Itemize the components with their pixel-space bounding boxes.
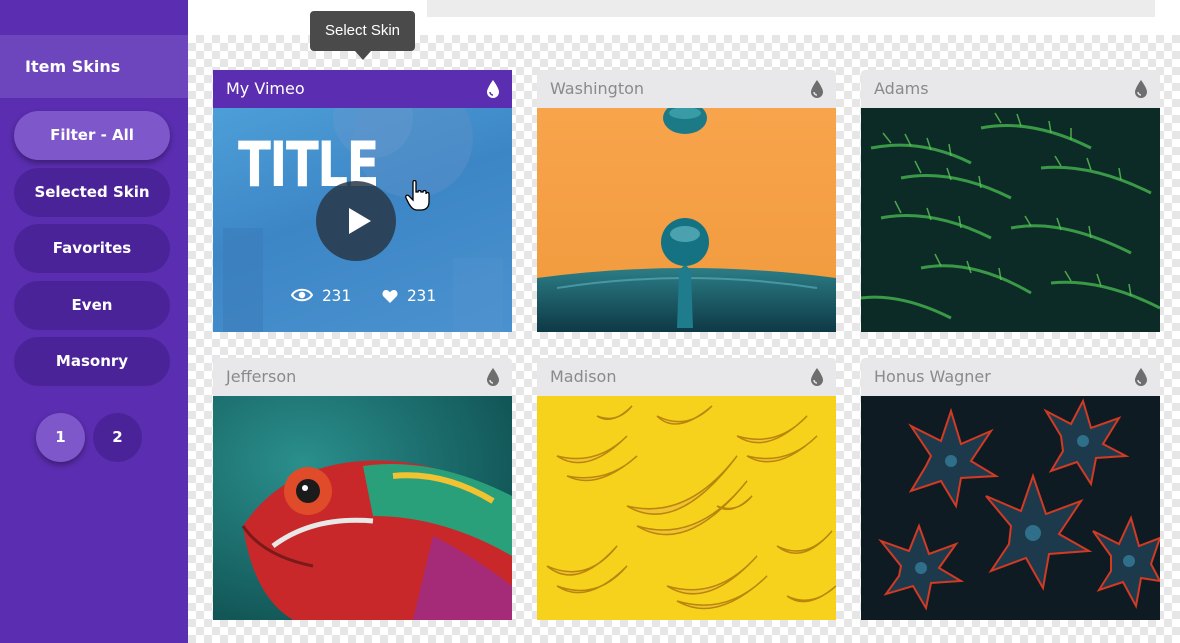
drop-icon[interactable] bbox=[1134, 368, 1148, 386]
card-title: Honus Wagner bbox=[874, 367, 991, 386]
card-image-chameleon[interactable] bbox=[213, 396, 512, 620]
page-1-button[interactable]: 1 bbox=[36, 413, 85, 462]
card-header: Madison bbox=[537, 358, 836, 396]
heart-icon bbox=[382, 290, 398, 303]
top-scrollbar[interactable] bbox=[427, 0, 1155, 17]
card-header: Jefferson bbox=[213, 358, 512, 396]
succulents-image bbox=[861, 396, 1160, 620]
card-my-vimeo[interactable]: My Vimeo TITLE 231 231 bbox=[213, 70, 512, 332]
card-title: Madison bbox=[550, 367, 617, 386]
card-header: My Vimeo bbox=[213, 70, 512, 108]
video-thumbnail[interactable]: TITLE 231 231 bbox=[213, 108, 512, 332]
filter-all-button[interactable]: Filter - All bbox=[14, 111, 170, 160]
card-header: Washington bbox=[537, 70, 836, 108]
sidebar-title: Item Skins bbox=[0, 35, 188, 98]
card-title: Jefferson bbox=[226, 367, 297, 386]
page-2-button[interactable]: 2 bbox=[93, 413, 142, 462]
card-madison[interactable]: Madison bbox=[537, 358, 836, 620]
filter-even-button[interactable]: Even bbox=[14, 281, 170, 330]
drop-icon[interactable] bbox=[810, 80, 824, 98]
card-image-water-drop[interactable] bbox=[537, 108, 836, 332]
filter-selected-skin-button[interactable]: Selected Skin bbox=[14, 168, 170, 217]
play-button[interactable] bbox=[316, 181, 396, 261]
filter-favorites-button[interactable]: Favorites bbox=[14, 224, 170, 273]
view-count: 231 bbox=[322, 286, 351, 305]
card-image-succulents[interactable] bbox=[861, 396, 1160, 620]
card-image-foliage[interactable] bbox=[861, 108, 1160, 332]
card-title: Adams bbox=[874, 79, 929, 98]
tooltip-arrow bbox=[355, 51, 371, 60]
card-image-bananas[interactable] bbox=[537, 396, 836, 620]
card-washington[interactable]: Washington bbox=[537, 70, 836, 332]
sidebar: Item Skins Filter - All Selected Skin Fa… bbox=[0, 0, 188, 643]
drop-icon[interactable] bbox=[486, 80, 500, 98]
card-header: Honus Wagner bbox=[861, 358, 1160, 396]
select-skin-tooltip: Select Skin bbox=[310, 11, 415, 51]
card-jefferson[interactable]: Jefferson bbox=[213, 358, 512, 620]
card-adams[interactable]: Adams bbox=[861, 70, 1160, 332]
drop-icon[interactable] bbox=[486, 368, 500, 386]
card-header: Adams bbox=[861, 70, 1160, 108]
water-drop-image bbox=[537, 108, 836, 332]
hand-cursor-icon bbox=[405, 180, 430, 211]
play-icon bbox=[349, 208, 371, 234]
filter-masonry-button[interactable]: Masonry bbox=[14, 337, 170, 386]
drop-icon[interactable] bbox=[1134, 80, 1148, 98]
foliage-image bbox=[861, 108, 1160, 332]
bananas-image bbox=[537, 396, 836, 620]
card-title: Washington bbox=[550, 79, 645, 98]
card-honus-wagner[interactable]: Honus Wagner bbox=[861, 358, 1160, 620]
like-count: 231 bbox=[407, 286, 436, 305]
card-title: My Vimeo bbox=[226, 79, 305, 98]
chameleon-image bbox=[213, 396, 512, 620]
drop-icon[interactable] bbox=[810, 368, 824, 386]
eye-icon bbox=[291, 288, 313, 302]
